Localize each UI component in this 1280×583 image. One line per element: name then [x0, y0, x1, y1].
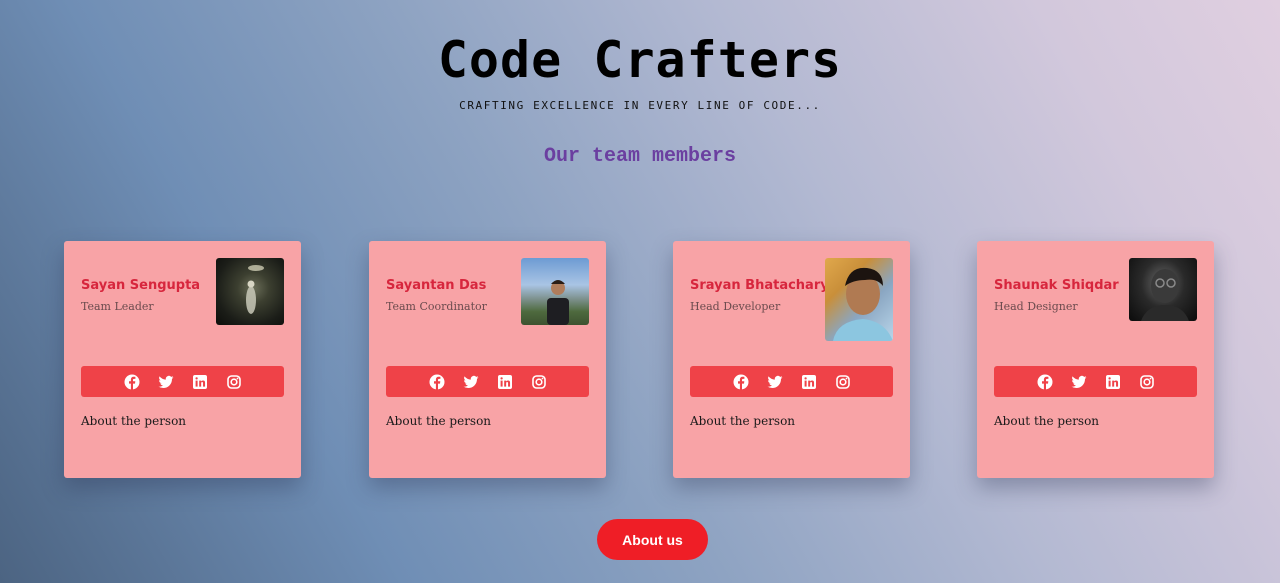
tagline: CRAFTING EXCELLENCE IN EVERY LINE OF COD… [459, 99, 821, 112]
member-role: Team Coordinator [386, 300, 487, 313]
member-name: Srayan Bhatacharya [690, 278, 838, 293]
page-title: Code Crafters [437, 31, 843, 89]
linkedin-icon[interactable] [801, 374, 817, 390]
twitter-icon[interactable] [767, 374, 783, 390]
about-us-button[interactable]: About us [597, 519, 708, 560]
member-photo [1129, 258, 1197, 321]
twitter-icon[interactable] [1071, 374, 1087, 390]
team-card: Sayan Sengupta Team Leader About the per… [64, 241, 301, 478]
facebook-icon[interactable] [733, 374, 749, 390]
linkedin-icon[interactable] [497, 374, 513, 390]
facebook-icon[interactable] [429, 374, 445, 390]
team-card: Shaunak Shiqdar Head Designer About the … [977, 241, 1214, 478]
social-links [81, 366, 284, 397]
team-section-heading: Our team members [543, 145, 737, 168]
twitter-icon[interactable] [158, 374, 174, 390]
member-role: Head Designer [994, 300, 1078, 313]
member-photo [825, 258, 893, 341]
member-role: Head Developer [690, 300, 781, 313]
instagram-icon[interactable] [1139, 374, 1155, 390]
facebook-icon[interactable] [124, 374, 140, 390]
member-about: About the person [690, 414, 796, 428]
social-links [994, 366, 1197, 397]
person-silhouette [547, 280, 569, 325]
person-silhouette [1141, 269, 1189, 321]
member-about: About the person [994, 414, 1100, 428]
person-silhouette [246, 265, 264, 314]
member-name: Sayantan Das [386, 278, 487, 293]
instagram-icon[interactable] [835, 374, 851, 390]
member-about: About the person [386, 414, 492, 428]
member-role: Team Leader [81, 300, 154, 313]
member-name: Shaunak Shiqdar [994, 278, 1119, 293]
team-card: Srayan Bhatacharya Head Developer About … [673, 241, 910, 478]
twitter-icon[interactable] [463, 374, 479, 390]
team-card: Sayantan Das Team Coordinator About the … [369, 241, 606, 478]
member-about: About the person [81, 414, 187, 428]
instagram-icon[interactable] [531, 374, 547, 390]
linkedin-icon[interactable] [1105, 374, 1121, 390]
linkedin-icon[interactable] [192, 374, 208, 390]
instagram-icon[interactable] [226, 374, 242, 390]
facebook-icon[interactable] [1037, 374, 1053, 390]
social-links [386, 366, 589, 397]
member-photo [521, 258, 589, 325]
member-name: Sayan Sengupta [81, 278, 201, 293]
member-photo [216, 258, 284, 325]
person-silhouette [833, 267, 893, 341]
social-links [690, 366, 893, 397]
